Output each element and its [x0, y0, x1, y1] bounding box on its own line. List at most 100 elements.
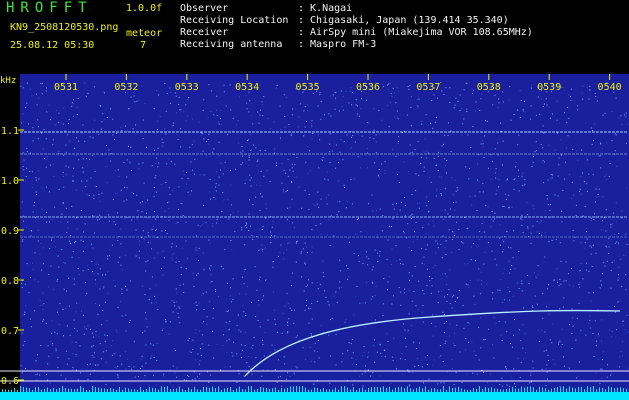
noise-speck [490, 178, 492, 180]
band-spike [377, 387, 378, 392]
noise-speck [318, 167, 320, 169]
noise-speck [121, 130, 123, 131]
noise-speck [208, 84, 210, 86]
noise-speck [249, 199, 250, 201]
noise-speck [454, 300, 456, 302]
noise-speck [414, 231, 415, 233]
noise-speck [101, 192, 103, 194]
band-spike [2, 389, 3, 392]
noise-speck [92, 215, 94, 217]
noise-speck [511, 206, 513, 208]
noise-speck [611, 224, 613, 226]
noise-speck [513, 368, 515, 370]
noise-speck [560, 139, 562, 141]
noise-speck [259, 209, 261, 211]
noise-speck [179, 307, 181, 309]
noise-speck [364, 302, 366, 304]
noise-speck [424, 202, 426, 204]
noise-speck [478, 245, 480, 247]
noise-speck [207, 117, 209, 119]
band-spike [404, 388, 405, 392]
noise-speck [610, 374, 612, 376]
noise-speck [154, 177, 156, 179]
noise-speck [276, 164, 277, 166]
noise-speck [579, 188, 581, 190]
noise-speck [252, 123, 254, 125]
noise-speck [133, 341, 135, 343]
noise-speck [265, 217, 267, 219]
noise-speck [125, 368, 127, 370]
noise-speck [178, 316, 180, 318]
noise-speck [312, 133, 314, 134]
noise-speck [606, 260, 608, 262]
noise-speck [155, 175, 157, 177]
noise-speck [593, 219, 595, 220]
noise-speck [62, 262, 64, 263]
noise-speck [114, 285, 116, 287]
noise-speck [443, 219, 445, 220]
noise-speck [255, 316, 257, 318]
noise-speck [586, 86, 588, 88]
noise-speck [181, 177, 183, 179]
noise-speck [46, 111, 48, 113]
noise-speck [454, 345, 456, 346]
noise-speck [296, 176, 298, 178]
noise-speck [294, 164, 296, 166]
noise-speck [521, 219, 523, 221]
noise-speck [407, 369, 409, 371]
noise-speck [235, 168, 237, 170]
noise-speck [584, 122, 586, 124]
noise-speck [603, 262, 605, 264]
noise-speck [426, 355, 428, 357]
band-spike [92, 386, 93, 392]
noise-speck [589, 315, 591, 317]
noise-speck [90, 243, 92, 245]
noise-speck [229, 320, 231, 322]
noise-speck [527, 214, 529, 216]
noise-speck [82, 270, 84, 272]
band-spike [407, 386, 408, 392]
noise-speck [305, 286, 307, 288]
noise-speck [25, 305, 26, 307]
noise-speck [197, 376, 198, 378]
noise-speck [541, 329, 543, 331]
noise-speck [495, 193, 497, 195]
band-spike [458, 386, 459, 392]
noise-speck [148, 235, 150, 237]
band-spike [248, 386, 249, 392]
noise-speck [26, 147, 28, 149]
noise-speck [519, 376, 521, 378]
noise-speck [291, 114, 293, 116]
noise-speck [244, 183, 246, 184]
noise-speck [580, 175, 582, 177]
noise-speck [295, 336, 297, 338]
noise-speck [293, 372, 295, 374]
noise-speck [208, 239, 210, 241]
noise-speck [261, 249, 263, 251]
noise-speck [411, 96, 412, 98]
noise-speck [203, 309, 205, 310]
freq-tick-label: 0.7 [1, 326, 19, 337]
band-spike [503, 389, 504, 392]
noise-speck [280, 244, 282, 246]
noise-speck [64, 262, 66, 264]
noise-speck [82, 240, 84, 242]
noise-speck [595, 96, 597, 97]
band-spike [548, 389, 549, 392]
noise-speck [621, 286, 623, 288]
noise-speck [613, 260, 615, 262]
noise-speck [543, 350, 545, 352]
noise-speck [471, 341, 473, 343]
noise-speck [322, 260, 324, 262]
noise-speck [145, 261, 147, 263]
noise-speck [403, 161, 405, 163]
noise-speck [369, 140, 371, 142]
noise-speck [95, 364, 97, 366]
band-spike [566, 388, 567, 392]
noise-speck [197, 272, 199, 274]
band-spike [623, 388, 624, 392]
noise-speck [334, 108, 336, 110]
noise-speck [538, 340, 540, 342]
noise-speck [106, 117, 108, 118]
noise-speck [35, 217, 36, 219]
